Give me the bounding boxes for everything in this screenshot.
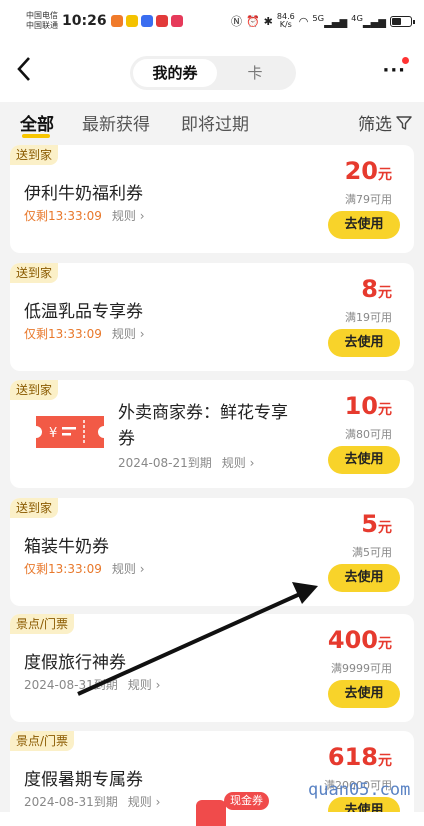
use-coupon-button[interactable]: 去使用 <box>328 564 400 592</box>
coupon-card[interactable]: 送到家 ¥ 外卖商家券：鲜花专享券 2024-08-21到期 规则 › 10元 … <box>10 380 414 488</box>
bluetooth-icon: ✱ <box>263 14 273 28</box>
coupon-title: 低温乳品专享券 <box>24 302 143 322</box>
top-bar: 我的券 卡 ··· <box>0 42 424 102</box>
coupon-price: 400元 <box>327 626 392 654</box>
active-tab-indicator <box>22 134 50 138</box>
coupon-condition: 满9999可用 <box>331 662 392 675</box>
coupon-countdown: 仅剩13:33:09 <box>24 327 102 341</box>
coupon-rule-link[interactable]: 规则 › <box>128 793 161 810</box>
status-bar: 中国电信 中国联通 10:26 Ⓝ ⏰ ✱ 84.6 K/s ◠ 5G▂▄▆ 4… <box>0 0 424 42</box>
battery-icon <box>390 15 415 27</box>
coupon-price: 5元 <box>361 510 392 538</box>
coupon-countdown: 仅剩13:33:09 <box>24 209 102 223</box>
use-coupon-button[interactable]: 去使用 <box>328 329 400 357</box>
network-speed: 84.6 K/s <box>276 12 295 29</box>
app-notification-icon <box>170 15 183 27</box>
coupon-tag: 景点/门票 <box>10 731 75 751</box>
filter-button[interactable]: 筛选 <box>358 110 412 135</box>
carrier-1: 中国电信 <box>26 11 58 20</box>
coupon-tag: 送到家 <box>10 498 59 518</box>
app-notification-icon <box>110 15 123 27</box>
coupon-tag: 送到家 <box>10 145 59 165</box>
coupon-card[interactable]: 送到家 伊利牛奶福利券 仅剩13:33:09 规则 › 20元 满79可用 去使… <box>10 145 414 253</box>
tab-switcher: 我的券 卡 <box>130 56 296 90</box>
coupon-condition: 满5可用 <box>352 546 392 559</box>
use-coupon-button[interactable]: 去使用 <box>328 211 400 239</box>
nfc-icon: Ⓝ <box>230 15 242 28</box>
coupon-expiry: 2024-08-21到期 <box>118 456 212 470</box>
coupon-title: 伊利牛奶福利券 <box>24 184 143 204</box>
app-notification-icon <box>125 15 138 27</box>
coupon-price: 618元 <box>327 743 392 771</box>
coupon-meta: 2024-08-31到期 规则 › <box>24 793 160 810</box>
coupon-tag: 景点/门票 <box>10 614 75 634</box>
red-packet-icon[interactable] <box>196 800 226 826</box>
app-notification-icon <box>140 15 153 27</box>
status-icons: Ⓝ ⏰ ✱ 84.6 K/s ◠ 5G▂▄▆ 4G▂▄▆ <box>230 12 415 29</box>
coupon-rule-link[interactable]: 规则 › <box>128 676 161 693</box>
coupon-rule-link[interactable]: 规则 › <box>112 325 145 342</box>
filter-tab-all[interactable]: 全部 <box>20 110 54 135</box>
carrier-info: 中国电信 中国联通 <box>26 11 58 31</box>
watermark: quan05.com <box>308 780 411 800</box>
coupon-meta: 仅剩13:33:09 规则 › <box>24 325 145 342</box>
tab-cards[interactable]: 卡 <box>217 59 293 87</box>
filter-tab-newest[interactable]: 最新获得 <box>82 110 150 135</box>
coupon-condition: 满19可用 <box>345 311 392 324</box>
coupon-meta: 仅剩13:33:09 规则 › <box>24 207 145 224</box>
filter-label: 筛选 <box>358 115 392 135</box>
coupon-card[interactable]: 送到家 箱装牛奶券 仅剩13:33:09 规则 › 5元 满5可用 去使用 <box>10 498 414 606</box>
coupon-countdown: 仅剩13:33:09 <box>24 562 102 576</box>
tab-my-coupons[interactable]: 我的券 <box>133 59 217 87</box>
coupon-price: 10元 <box>344 392 392 420</box>
signal-icon: 4G▂▄▆ <box>351 13 386 29</box>
coupon-meta: 2024-08-31到期 规则 › <box>24 676 160 693</box>
filter-tab-expiring[interactable]: 即将过期 <box>181 110 249 135</box>
coupon-price: 20元 <box>344 157 392 185</box>
coupon-rule-link[interactable]: 规则 › <box>222 454 255 471</box>
coupon-card[interactable]: 送到家 低温乳品专享券 仅剩13:33:09 规则 › 8元 满19可用 去使用 <box>10 263 414 371</box>
coupon-meta: 仅剩13:33:09 规则 › <box>24 560 145 577</box>
svg-text:¥: ¥ <box>49 426 57 441</box>
coupon-tag: 送到家 <box>10 263 59 283</box>
notification-dot <box>402 57 409 64</box>
coupon-expiry: 2024-08-31到期 <box>24 795 118 809</box>
coupon-ticket-icon: ¥ <box>36 416 104 448</box>
coupon-title: 外卖商家券：鲜花专享券 <box>118 403 288 449</box>
chevron-left-icon[interactable] <box>16 56 32 89</box>
app-notification-icon <box>155 15 168 27</box>
coupon-title: 箱装牛奶券 <box>24 537 109 557</box>
coupon-rule-link[interactable]: 规则 › <box>112 207 145 224</box>
filter-bar: 全部 最新获得 即将过期 筛选 <box>0 102 424 144</box>
use-coupon-button[interactable]: 去使用 <box>328 680 400 708</box>
more-dots-icon[interactable]: ··· <box>382 62 406 80</box>
status-time: 10:26 <box>62 13 107 29</box>
coupon-tag: 送到家 <box>10 380 59 400</box>
coupon-card[interactable]: 景点/门票 度假旅行神券 2024-08-31到期 规则 › 400元 满999… <box>10 614 414 722</box>
wifi-icon: ◠ <box>298 14 309 28</box>
coupon-price: 8元 <box>361 275 392 303</box>
funnel-icon <box>396 115 412 130</box>
coupon-condition: 满80可用 <box>345 428 392 441</box>
signal-icon: 5G▂▄▆ <box>312 13 348 29</box>
coupon-condition: 满79可用 <box>345 193 392 206</box>
cash-coupon-badge[interactable]: 现金券 <box>224 792 269 810</box>
alarm-icon: ⏰ <box>245 14 260 28</box>
coupon-title: 度假旅行神券 <box>24 653 126 673</box>
coupon-title: 度假暑期专属券 <box>24 770 143 790</box>
carrier-2: 中国联通 <box>26 21 58 30</box>
coupon-meta: 2024-08-21到期 规则 › <box>118 454 254 471</box>
coupon-expiry: 2024-08-31到期 <box>24 678 118 692</box>
use-coupon-button[interactable]: 去使用 <box>328 446 400 474</box>
coupon-rule-link[interactable]: 规则 › <box>112 560 145 577</box>
